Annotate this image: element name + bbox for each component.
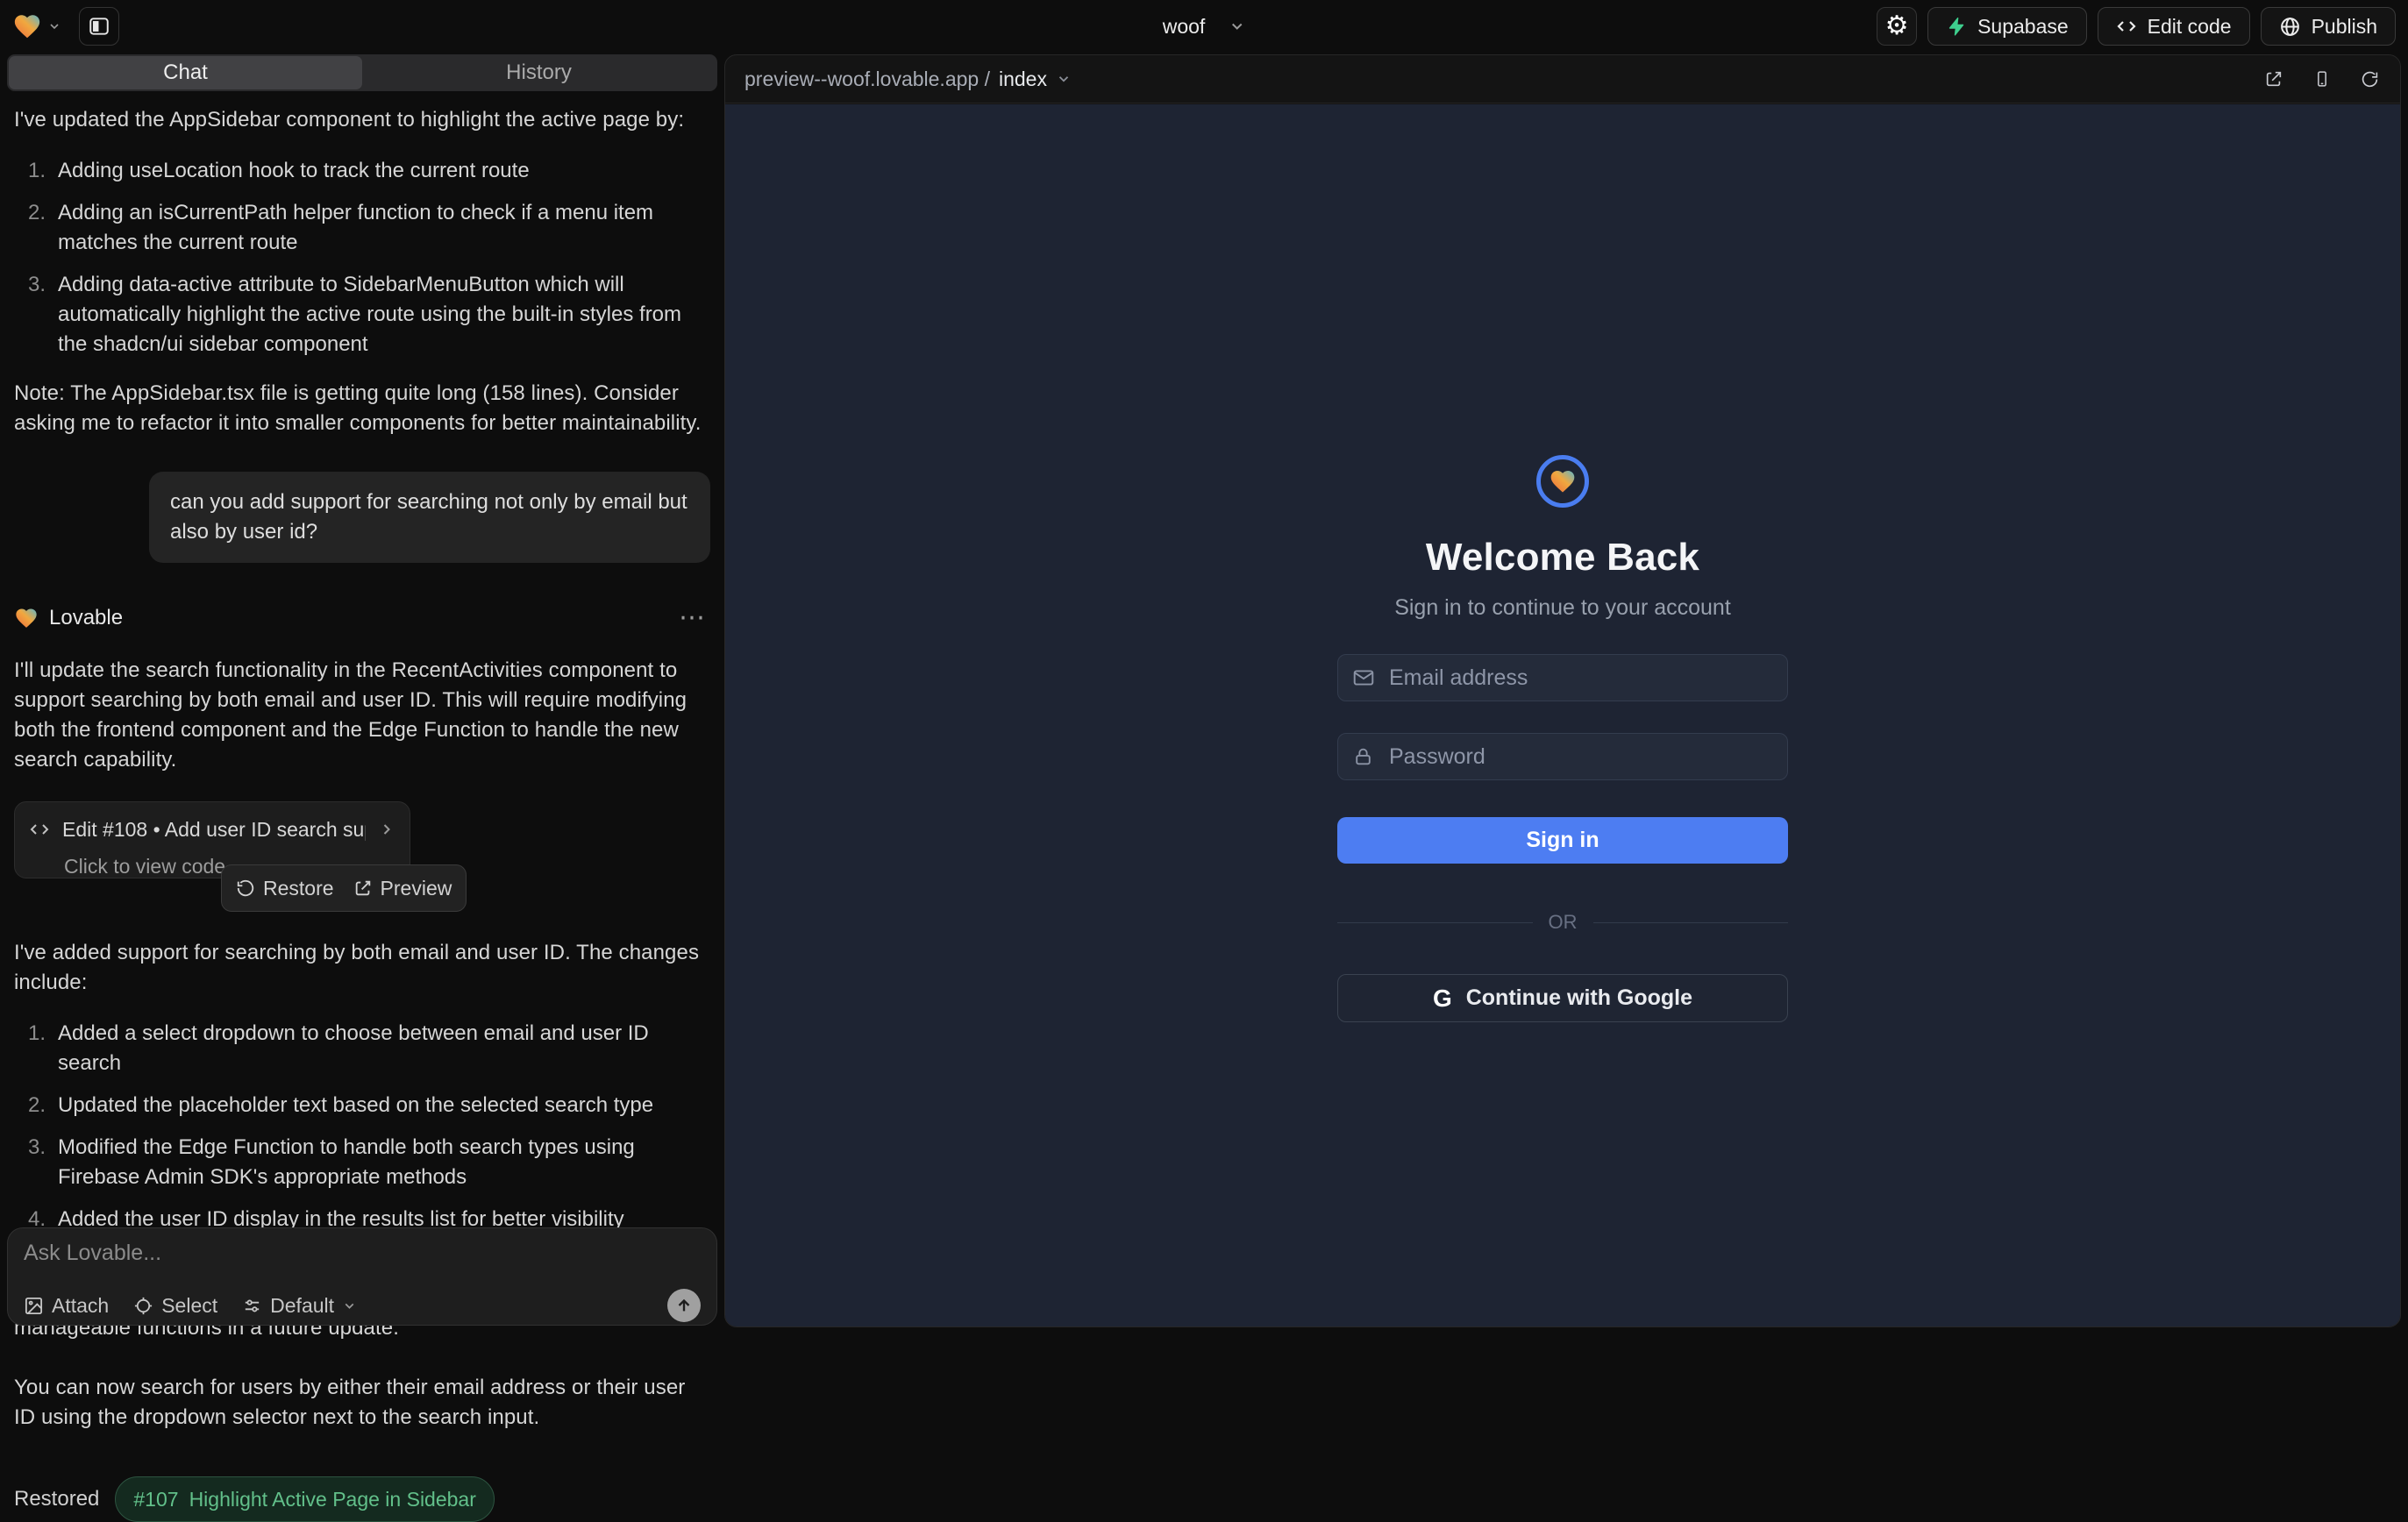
chevron-down-icon xyxy=(342,1298,357,1313)
assistant-message-intro: I've updated the AppSidebar component to… xyxy=(14,105,710,135)
chevron-down-icon xyxy=(1228,18,1245,35)
globe-icon xyxy=(2279,16,2301,38)
login-subtitle: Sign in to continue to your account xyxy=(1337,595,1788,621)
version-badge[interactable]: #107 Highlight Active Page in Sidebar xyxy=(115,1476,494,1522)
restore-button[interactable]: Restore xyxy=(236,873,334,903)
heart-icon xyxy=(1549,467,1577,495)
publish-button[interactable]: Publish xyxy=(2261,7,2396,46)
chevron-down-icon xyxy=(1056,71,1072,87)
restored-row: Restored #107 Highlight Active Page in S… xyxy=(14,1476,710,1522)
arrow-up-icon xyxy=(674,1296,694,1315)
supabase-label: Supabase xyxy=(1977,15,2069,39)
select-target-icon xyxy=(133,1296,153,1316)
toggle-sidebar-button[interactable] xyxy=(79,7,119,46)
sign-in-button[interactable]: Sign in xyxy=(1337,817,1788,864)
list-item: Adding data-active attribute to SidebarM… xyxy=(25,270,710,359)
list-item: Adding an isCurrentPath helper function … xyxy=(25,198,710,258)
assistant-message-list: Adding useLocation hook to track the cur… xyxy=(14,156,710,359)
list-item: Updated the placeholder text based on th… xyxy=(25,1091,710,1120)
sidebar-panel-icon xyxy=(88,15,110,38)
chat-panel: Chat History I've updated the AppSidebar… xyxy=(0,53,724,1334)
list-item: Added a select dropdown to choose betwee… xyxy=(25,1019,710,1078)
user-message-bubble: can you add support for searching not on… xyxy=(149,472,710,563)
restore-icon xyxy=(236,878,255,898)
assistant-message-intro-2: I'll update the search functionality in … xyxy=(14,656,710,775)
envelope-icon xyxy=(1352,666,1375,689)
password-field[interactable] xyxy=(1337,733,1788,780)
publish-label: Publish xyxy=(2312,15,2377,39)
app-preview: Welcome Back Sign in to continue to your… xyxy=(725,104,2400,1326)
code-brackets-icon xyxy=(2116,16,2137,37)
login-title: Welcome Back xyxy=(1337,536,1788,580)
app-logo xyxy=(1536,455,1589,508)
sliders-icon xyxy=(242,1296,262,1316)
project-name: woof xyxy=(1163,15,1206,39)
assistant-name: Lovable xyxy=(49,603,123,633)
google-icon: G xyxy=(1433,985,1452,1013)
preview-route: index xyxy=(999,68,1047,91)
refresh-icon[interactable] xyxy=(2359,68,2381,90)
edit-code-button[interactable]: Edit code xyxy=(2098,7,2250,46)
restored-label: Restored xyxy=(14,1484,99,1514)
chat-history-tabs: Chat History xyxy=(7,54,717,91)
top-bar: woof ⚙ Supabase Edit code Publish xyxy=(0,0,2408,53)
send-button[interactable] xyxy=(667,1289,701,1322)
assistant-outro: You can now search for users by either t… xyxy=(14,1373,710,1433)
mobile-view-icon[interactable] xyxy=(2312,68,2333,89)
preview-header: preview--woof.lovable.app / index xyxy=(725,55,2400,103)
external-link-icon xyxy=(353,878,373,898)
lovable-heart-icon xyxy=(14,606,39,630)
assistant-header: Lovable ⋯ xyxy=(14,603,710,633)
list-item: Adding useLocation hook to track the cur… xyxy=(25,156,710,186)
edit-card-group: Edit #108 • Add user ID search supp... C… xyxy=(14,801,710,908)
message-menu-icon[interactable]: ⋯ xyxy=(679,605,710,631)
lovable-logo-menu[interactable] xyxy=(12,11,61,41)
preview-url: preview--woof.lovable.app / xyxy=(744,68,990,91)
edit-card-title: Edit #108 • Add user ID search supp... xyxy=(62,814,366,844)
assistant-changes-list: Added a select dropdown to choose betwee… xyxy=(14,1019,710,1234)
google-sign-in-button[interactable]: G Continue with Google xyxy=(1337,974,1788,1022)
tab-history[interactable]: History xyxy=(362,56,716,89)
tab-chat[interactable]: Chat xyxy=(9,56,362,89)
preview-panel: preview--woof.lovable.app / index Welcom… xyxy=(724,54,2401,1327)
assistant-changes-intro: I've added support for searching by both… xyxy=(14,938,710,998)
supabase-button[interactable]: Supabase xyxy=(1927,7,2087,46)
project-switcher[interactable]: woof xyxy=(1163,0,1246,53)
composer: Attach Select Default xyxy=(7,1227,717,1326)
lovable-heart-icon xyxy=(12,11,42,41)
preview-url-selector[interactable]: preview--woof.lovable.app / index xyxy=(744,68,1072,91)
settings-button[interactable]: ⚙ xyxy=(1877,7,1917,46)
supabase-bolt-icon xyxy=(1946,16,1967,37)
restore-preview-bar: Restore Preview xyxy=(221,864,467,912)
preview-button[interactable]: Preview xyxy=(353,873,452,903)
gear-icon: ⚙ xyxy=(1885,13,1909,39)
chevron-down-icon xyxy=(47,19,61,33)
chat-input[interactable] xyxy=(24,1241,701,1276)
chevron-right-icon xyxy=(378,821,395,838)
version-id: #107 xyxy=(133,1484,178,1514)
mode-selector[interactable]: Default xyxy=(242,1294,357,1318)
attach-button[interactable]: Attach xyxy=(24,1294,109,1318)
open-in-new-tab-icon[interactable] xyxy=(2262,68,2285,90)
assistant-note: Note: The AppSidebar.tsx file is getting… xyxy=(14,379,710,438)
attach-image-icon xyxy=(24,1296,44,1316)
edit-code-label: Edit code xyxy=(2148,15,2232,39)
list-item: Modified the Edge Function to handle bot… xyxy=(25,1133,710,1192)
code-brackets-icon xyxy=(29,819,50,840)
or-divider: OR xyxy=(1337,911,1788,934)
login-card: Welcome Back Sign in to continue to your… xyxy=(1337,104,1788,1022)
version-title: Highlight Active Page in Sidebar xyxy=(189,1484,476,1514)
select-button[interactable]: Select xyxy=(133,1294,217,1318)
lock-icon xyxy=(1352,746,1374,768)
email-field[interactable] xyxy=(1337,654,1788,701)
